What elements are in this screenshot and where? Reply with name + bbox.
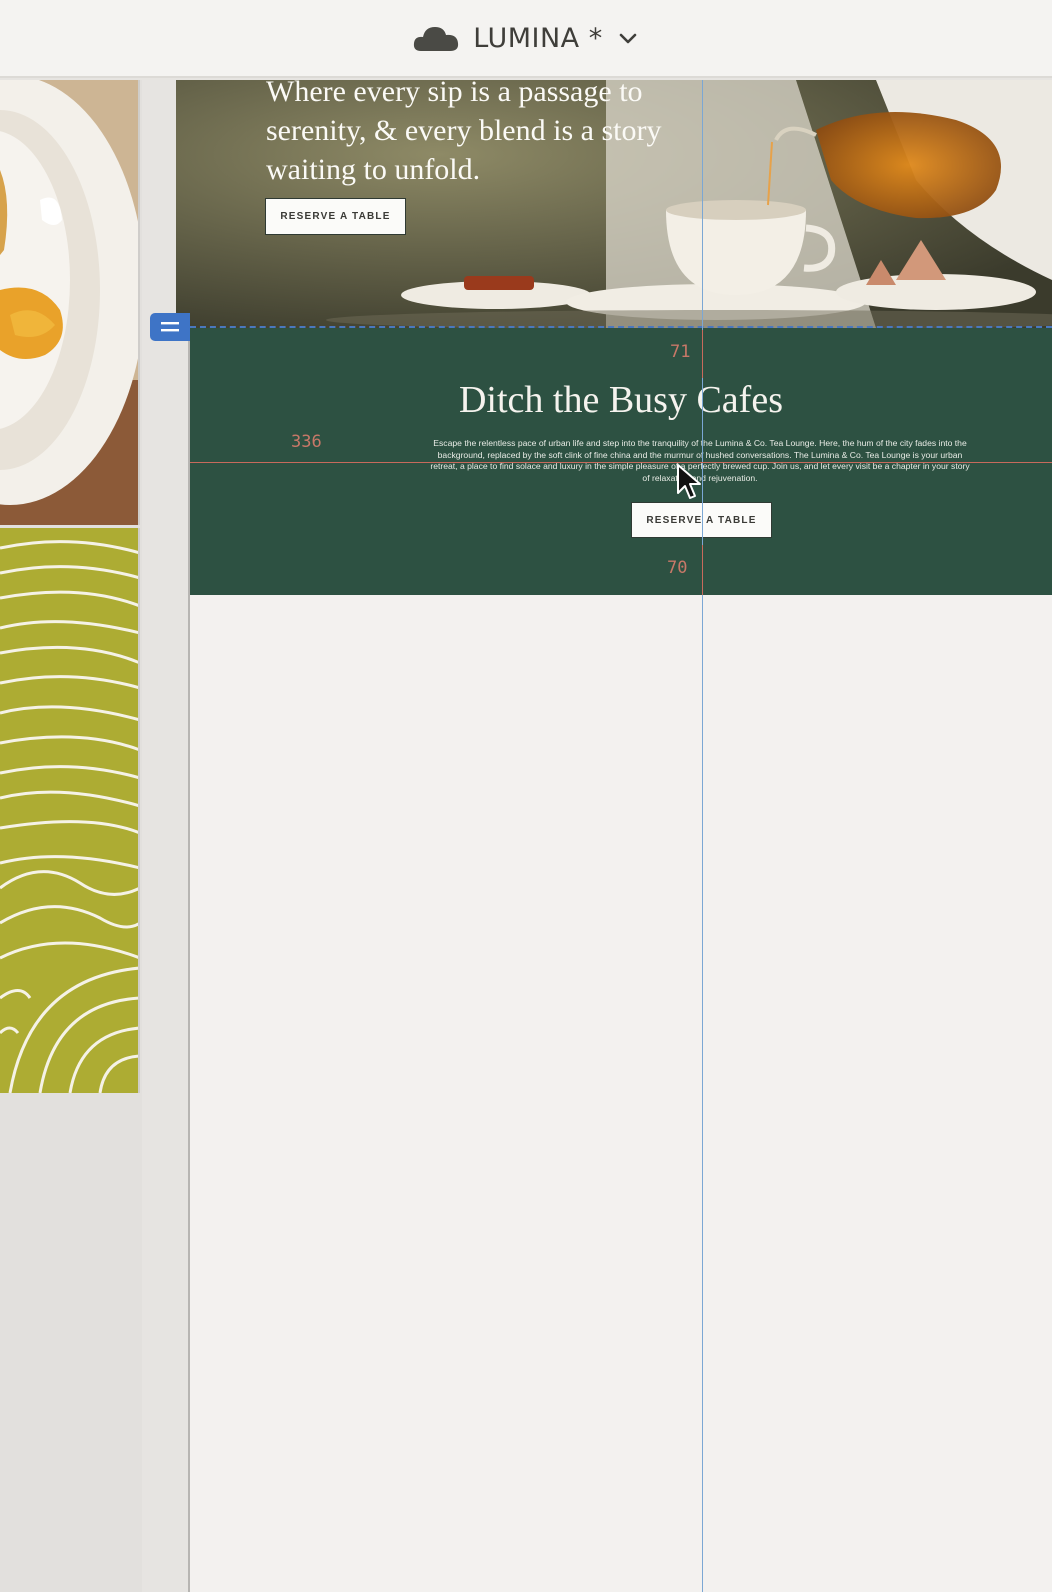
document-title-bar: LUMINA *	[0, 0, 1052, 78]
section-heading: Ditch the Busy Cafes	[458, 379, 783, 421]
vertical-center-guide	[702, 80, 703, 1592]
document-name[interactable]: LUMINA *	[473, 23, 602, 54]
hero-reserve-button[interactable]: RESERVE A TABLE	[265, 198, 406, 235]
top-spacing-guide	[702, 330, 703, 378]
top-spacing-value: 71	[670, 342, 691, 362]
unsaved-marker: *	[588, 22, 603, 54]
food-photo	[0, 80, 138, 525]
section-menu-handle[interactable]	[150, 313, 190, 341]
menu-icon	[161, 322, 179, 332]
page-thumbnail-pattern[interactable]	[0, 528, 140, 1093]
bottom-spacing-value: 70	[667, 558, 688, 578]
hero-tagline: Where every sip is a passage to serenity…	[266, 80, 662, 186]
page-thumbnail-food[interactable]	[0, 80, 140, 525]
cloud-icon	[414, 27, 459, 51]
mouse-cursor-icon	[677, 464, 701, 499]
horizontal-spacing-guide	[190, 462, 1052, 463]
selection-boundary	[190, 326, 1052, 328]
hero-section[interactable]: Where every sip is a passage to serenity…	[176, 80, 1052, 328]
chevron-down-icon[interactable]	[617, 27, 639, 49]
wave-pattern	[0, 528, 138, 1093]
bottom-spacing-guide	[702, 545, 703, 595]
left-spacing-value: 336	[291, 432, 322, 452]
pages-panel	[0, 80, 142, 1592]
